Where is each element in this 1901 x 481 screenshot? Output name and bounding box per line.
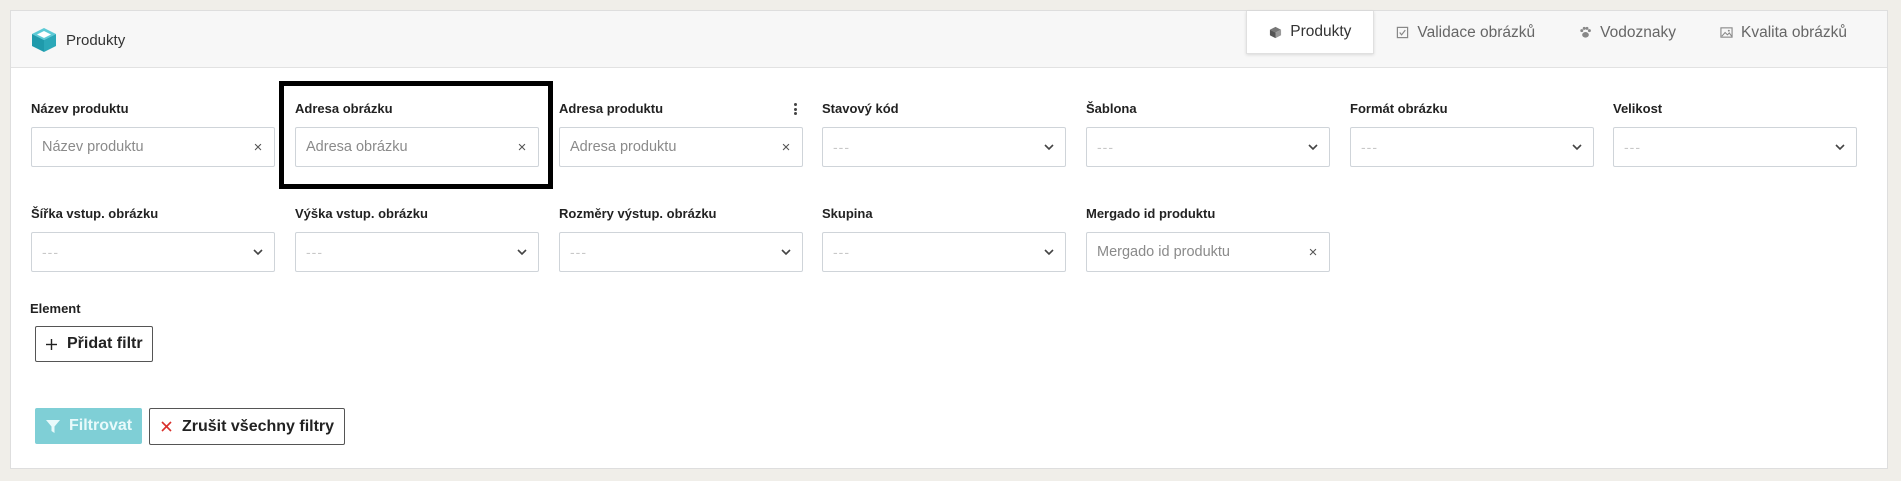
- field-label: Stavový kód: [822, 101, 899, 116]
- field-label: Adresa obrázku: [295, 101, 393, 116]
- box-logo-icon: [31, 27, 57, 53]
- select-value: ---: [570, 244, 587, 260]
- clear-icon[interactable]: ×: [516, 139, 528, 156]
- select-value: ---: [833, 244, 850, 260]
- nazev-produktu-field[interactable]: ×: [31, 127, 275, 167]
- chevron-down-icon: [517, 249, 527, 256]
- adresa-produktu-input[interactable]: [570, 139, 780, 155]
- element-label: Element: [30, 301, 81, 316]
- clear-filters-label: Zrušit všechny filtry: [182, 417, 335, 435]
- filter-format-obrazku: Formát obrázku ---: [1350, 101, 1594, 167]
- rozmery-vystup-select[interactable]: ---: [559, 232, 803, 272]
- field-label: Skupina: [822, 206, 873, 221]
- field-label: Mergado id produktu: [1086, 206, 1216, 221]
- page-title: Produkty: [66, 31, 126, 49]
- sirka-vstup-select[interactable]: ---: [31, 232, 275, 272]
- clear-icon[interactable]: ×: [780, 139, 792, 156]
- field-label: Formát obrázku: [1350, 101, 1448, 116]
- velikost-select[interactable]: ---: [1613, 127, 1857, 167]
- brand: Produkty: [31, 27, 125, 53]
- kebab-menu-icon[interactable]: [793, 103, 797, 115]
- close-icon: [161, 421, 172, 432]
- tab-kvalita-obrazku[interactable]: Kvalita obrázků: [1698, 11, 1869, 54]
- adresa-obrazku-field[interactable]: ×: [295, 127, 539, 167]
- add-filter-button[interactable]: Přidat filtr: [35, 326, 153, 362]
- select-value: ---: [833, 139, 850, 155]
- filter-sablona: Šablona ---: [1086, 101, 1330, 167]
- select-value: ---: [1624, 139, 1641, 155]
- tab-produkty[interactable]: Produkty: [1246, 11, 1375, 54]
- filter-nazev-produktu: Název produktu ×: [31, 101, 275, 167]
- vyska-vstup-select[interactable]: ---: [295, 232, 539, 272]
- plus-icon: [46, 338, 57, 350]
- field-label-text: Adresa produktu: [559, 101, 664, 116]
- clear-icon[interactable]: ×: [1307, 244, 1319, 261]
- chevron-down-icon: [253, 249, 263, 256]
- skupina-select[interactable]: ---: [822, 232, 1066, 272]
- chevron-down-icon: [1044, 144, 1054, 151]
- mergado-id-field[interactable]: ×: [1086, 232, 1330, 272]
- chevron-down-icon: [781, 249, 791, 256]
- chevron-down-icon: [1835, 144, 1845, 151]
- sablona-select[interactable]: ---: [1086, 127, 1330, 167]
- chevron-down-icon: [1044, 249, 1054, 256]
- tab-vodoznaky[interactable]: Vodoznaky: [1557, 11, 1698, 54]
- field-label: Velikost: [1613, 101, 1663, 116]
- filter-velikost: Velikost ---: [1613, 101, 1857, 167]
- field-label: Název produktu: [31, 101, 129, 116]
- filter-sirka-vstup: Šířka vstup. obrázku ---: [31, 206, 275, 272]
- paw-icon: [1579, 26, 1592, 39]
- select-value: ---: [42, 244, 59, 260]
- clear-filters-button[interactable]: Zrušit všechny filtry: [149, 408, 346, 445]
- field-label: Šířka vstup. obrázku: [31, 206, 159, 221]
- filter-vyska-vstup: Výška vstup. obrázku ---: [295, 206, 539, 272]
- chevron-down-icon: [1308, 144, 1318, 151]
- image-check-icon: [1396, 26, 1409, 39]
- field-label: Šablona: [1086, 101, 1137, 116]
- adresa-produktu-field[interactable]: ×: [559, 127, 803, 167]
- chevron-down-icon: [1572, 144, 1582, 151]
- select-value: ---: [1361, 139, 1378, 155]
- mergado-id-input[interactable]: [1097, 244, 1307, 260]
- field-label: Adresa produktu: [559, 101, 803, 117]
- tab-bar: Produkty Validace obrázků Vodoznaky Kval…: [1246, 11, 1869, 54]
- add-filter-label: Přidat filtr: [67, 335, 143, 352]
- filter-button-label: Filtrovat: [69, 417, 133, 434]
- tab-validace-obrazku[interactable]: Validace obrázků: [1374, 11, 1557, 54]
- stavovy-kod-select[interactable]: ---: [822, 127, 1066, 167]
- filter-adresa-produktu: Adresa produktu ×: [559, 101, 803, 167]
- field-label: Rozměry výstup. obrázku: [559, 206, 717, 221]
- filter-button[interactable]: Filtrovat: [35, 408, 143, 444]
- tab-label: Validace obrázků: [1417, 23, 1536, 41]
- funnel-icon: [46, 419, 60, 433]
- filter-adresa-obrazku: Adresa obrázku ×: [295, 101, 539, 167]
- clear-icon[interactable]: ×: [252, 139, 264, 156]
- select-value: ---: [1097, 139, 1114, 155]
- nazev-produktu-input[interactable]: [42, 139, 252, 155]
- format-obrazku-select[interactable]: ---: [1350, 127, 1594, 167]
- filter-stavovy-kod: Stavový kód ---: [822, 101, 1066, 167]
- filter-rozmery-vystup: Rozměry výstup. obrázku ---: [559, 206, 803, 272]
- filter-mergado-id: Mergado id produktu ×: [1086, 206, 1330, 272]
- page-header: Produkty Produkty Validace obrázků Vodoz…: [11, 11, 1887, 68]
- tab-label: Produkty: [1290, 23, 1352, 40]
- tab-label: Vodoznaky: [1600, 23, 1677, 41]
- box-icon: [1269, 26, 1282, 39]
- filter-skupina: Skupina ---: [822, 206, 1066, 272]
- image-icon: [1720, 26, 1733, 39]
- adresa-obrazku-input[interactable]: [306, 139, 516, 155]
- select-value: ---: [306, 244, 323, 260]
- tab-label: Kvalita obrázků: [1741, 23, 1847, 41]
- field-label: Výška vstup. obrázku: [295, 206, 428, 221]
